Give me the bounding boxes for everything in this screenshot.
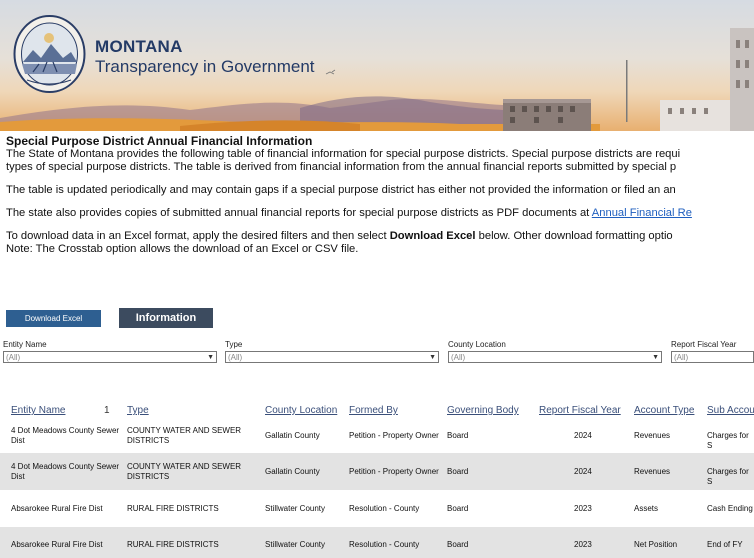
intro-paragraph-2: The table is updated periodically and ma… bbox=[6, 184, 676, 196]
table-row[interactable]: Absarokee Rural Fire Dist RURAL FIRE DIS… bbox=[0, 490, 754, 527]
report-fiscal-year-select[interactable]: (All) bbox=[671, 351, 754, 363]
intro-paragraph-5: Note: The Crosstab option allows the dow… bbox=[6, 243, 359, 255]
intro-paragraph-1b: types of special purpose districts. The … bbox=[6, 161, 677, 173]
table-row[interactable]: 4 Dot Meadows County Sewer Dist COUNTY WA… bbox=[0, 453, 754, 490]
column-header-formed-by[interactable]: Formed By bbox=[349, 405, 398, 416]
intro-section: Special Purpose District Annual Financia… bbox=[6, 134, 754, 256]
brand-tagline: Transparency in Government bbox=[95, 57, 315, 76]
dropdown-arrow-icon: ▼ bbox=[429, 354, 436, 361]
filter-label: Entity Name bbox=[3, 340, 47, 349]
page-title: Special Purpose District Annual Financia… bbox=[6, 134, 313, 148]
table-row[interactable]: 4 Dot Meadows County Sewer Dist COUNTY WA… bbox=[0, 419, 754, 453]
column-header-county-location[interactable]: County Location bbox=[265, 405, 337, 416]
column-header-account-type[interactable]: Account Type bbox=[634, 405, 694, 416]
filter-county-location: County Location (All) ▼ bbox=[448, 340, 662, 363]
filter-label: County Location bbox=[448, 340, 506, 349]
filter-type: Type (All) ▼ bbox=[225, 340, 439, 363]
information-button[interactable]: Information bbox=[119, 308, 213, 328]
brand-state-name: MONTANA bbox=[95, 37, 183, 56]
county-location-select[interactable]: (All) ▼ bbox=[448, 351, 662, 363]
filter-entity-name: Entity Name (All) ▼ bbox=[3, 340, 217, 363]
type-select[interactable]: (All) ▼ bbox=[225, 351, 439, 363]
sort-indicator: 1 bbox=[104, 405, 110, 416]
column-header-governing-body[interactable]: Governing Body bbox=[447, 405, 519, 416]
entity-name-select[interactable]: (All) ▼ bbox=[3, 351, 217, 363]
filter-label: Type bbox=[225, 340, 243, 349]
dropdown-arrow-icon: ▼ bbox=[207, 354, 214, 361]
column-header-type[interactable]: Type bbox=[127, 405, 149, 416]
column-header-entity-name[interactable]: Entity Name bbox=[11, 405, 65, 416]
dropdown-arrow-icon: ▼ bbox=[652, 354, 659, 361]
header-banner: MONTANA Transparency in Government bbox=[0, 0, 754, 131]
intro-paragraph-4: To download data in an Excel format, app… bbox=[6, 230, 673, 242]
table-row[interactable]: Absarokee Rural Fire Dist RURAL FIRE DIS… bbox=[0, 527, 754, 558]
download-excel-button[interactable]: Download Excel bbox=[6, 310, 101, 327]
column-header-sub-account[interactable]: Sub Accou bbox=[707, 405, 754, 416]
filter-label: Report Fiscal Year bbox=[671, 340, 737, 349]
column-header-report-fiscal-year[interactable]: Report Fiscal Year bbox=[539, 405, 621, 416]
intro-paragraph-3: The state also provides copies of submit… bbox=[6, 207, 692, 219]
filter-report-fiscal-year: Report Fiscal Year (All) bbox=[671, 340, 754, 363]
annual-financial-reports-link[interactable]: Annual Financial Re bbox=[592, 207, 692, 219]
intro-paragraph-1a: The State of Montana provides the follow… bbox=[6, 148, 681, 160]
montana-state-seal-icon bbox=[13, 15, 86, 93]
site-brand: MONTANA Transparency in Government bbox=[95, 37, 315, 78]
